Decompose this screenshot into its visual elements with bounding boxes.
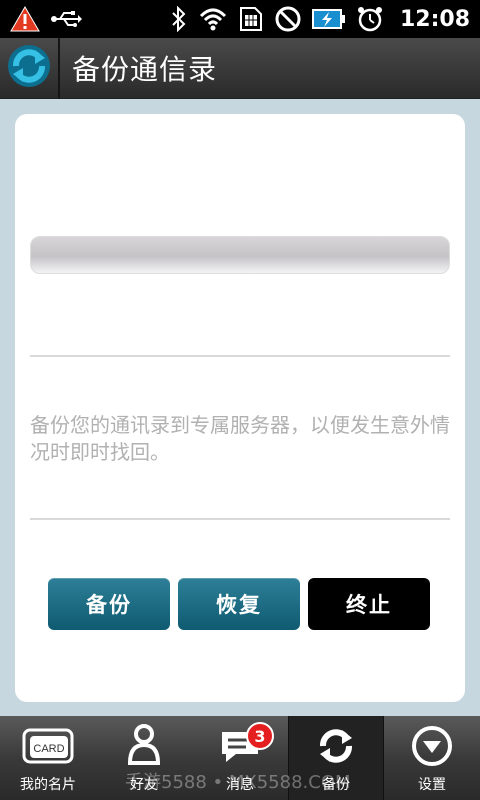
sync-icon [306,720,366,772]
message-badge: 3 [246,722,274,750]
backup-description: 备份您的通讯录到专属服务器，以便发生意外情况时即时找回。 [30,413,450,464]
status-time: 12:08 [399,6,470,32]
card-icon-text: CARD [33,743,64,755]
divider-bottom [30,518,450,520]
page-title: 备份通信录 [72,53,218,86]
contact-person-icon [114,720,174,772]
battery-icon [311,7,346,31]
nav-label-settings: 设置 [418,777,446,793]
nav-label-my-card: 我的名片 [20,777,76,793]
backup-panel: 备份您的通讯录到专属服务器，以便发生意外情况时即时找回。 备份 恢复 终止 [15,114,465,702]
backup-progress-bar [30,236,450,274]
sync-logo-icon [7,44,51,92]
wifi-icon [198,6,228,32]
nav-item-friends[interactable]: 好友 [96,716,192,800]
nav-item-messages[interactable]: 3 消息 [192,716,288,800]
nav-item-settings[interactable]: 设置 [384,716,480,800]
sim-icon [238,5,264,33]
backup-button[interactable]: 备份 [48,578,170,630]
nav-item-my-card[interactable]: CARD 我的名片 [0,716,96,800]
restore-button[interactable]: 恢复 [178,578,300,630]
bottom-nav: CARD 我的名片 好友 3 消息 备份 设置 [0,716,480,800]
settings-icon [402,720,462,772]
app-logo [0,37,60,99]
nav-label-friends: 好友 [130,777,158,793]
status-right: 12:08 [170,5,470,33]
alarm-icon [356,5,384,33]
card-icon: CARD [18,720,78,772]
nav-label-backup: 备份 [322,777,350,793]
bluetooth-icon [170,6,188,32]
nav-item-backup[interactable]: 备份 [288,716,384,800]
action-buttons: 备份 恢复 终止 [48,578,432,630]
divider-top [30,355,450,357]
usb-icon [50,9,82,29]
warning-icon [10,6,40,32]
status-bar: 12:08 [0,0,480,38]
stop-button[interactable]: 终止 [308,578,430,630]
title-bar: 备份通信录 [0,37,480,99]
nav-label-messages: 消息 [226,777,254,793]
no-sim-icon [274,5,302,33]
status-left [10,6,82,32]
